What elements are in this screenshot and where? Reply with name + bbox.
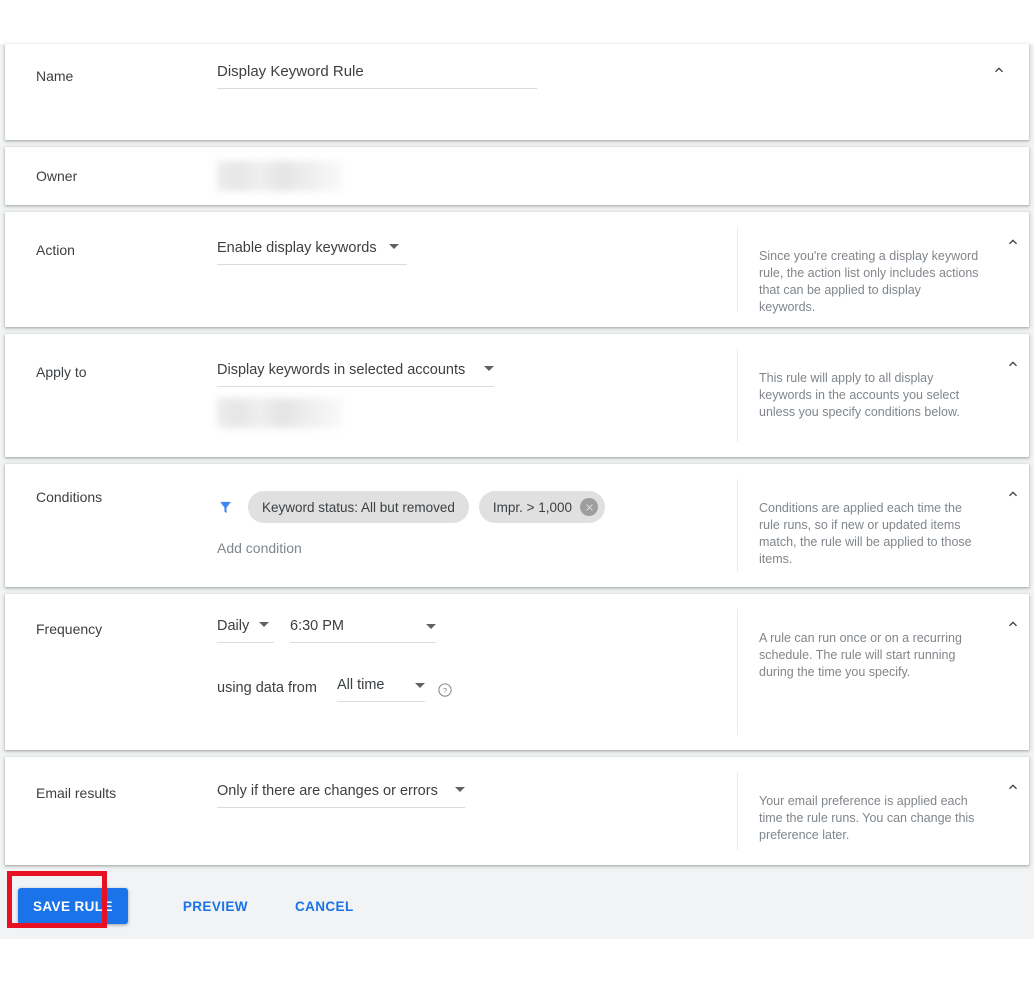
preview-button[interactable]: PREVIEW	[173, 888, 258, 924]
chevron-up-icon	[1009, 361, 1017, 367]
frequency-help-text: A rule can run once or on a recurring sc…	[759, 631, 962, 679]
caret-down-icon	[259, 622, 270, 627]
action-body: Enable display keywords	[217, 212, 737, 327]
apply-to-help-text: This rule will apply to all display keyw…	[759, 371, 960, 419]
condition-chip[interactable]: Impr. > 1,000	[478, 491, 606, 523]
save-rule-wrapper: SAVE RULE	[7, 871, 128, 928]
email-results-value: Only if there are changes or errors	[217, 783, 438, 799]
name-label: Name	[36, 68, 74, 84]
filter-icon	[217, 499, 234, 516]
conditions-help: Conditions are applied each time the rul…	[737, 479, 1029, 572]
frequency-data-range-row: using data from All time ?	[217, 675, 737, 702]
condition-chip-label: Impr. > 1,000	[492, 499, 573, 515]
condition-chip-label: Keyword status: All but removed	[262, 499, 455, 515]
owner-value-redacted	[217, 161, 343, 191]
chevron-up-icon	[1009, 784, 1017, 790]
frequency-data-range-value: All time	[336, 677, 385, 693]
conditions-chip-row: Keyword status: All but removed Impr. > …	[217, 491, 737, 523]
apply-to-account-redacted	[217, 398, 343, 428]
cancel-button[interactable]: CANCEL	[285, 888, 364, 924]
owner-card: Owner	[5, 147, 1029, 205]
owner-body	[217, 161, 1029, 191]
rule-editor-page: Name Display Keyword Rule Owner Action E…	[0, 44, 1034, 939]
owner-label: Owner	[36, 168, 78, 184]
condition-chip[interactable]: Keyword status: All but removed	[248, 491, 469, 523]
action-label: Action	[36, 242, 75, 258]
apply-to-select[interactable]: Display keywords in selected accounts	[217, 360, 494, 387]
frequency-data-range-select[interactable]: All time	[336, 675, 425, 702]
email-results-help-text: Your email preference is applied each ti…	[759, 794, 975, 842]
caret-down-icon	[484, 366, 494, 371]
email-results-card: Email results Only if there are changes …	[5, 757, 1029, 865]
conditions-help-text: Conditions are applied each time the rul…	[759, 501, 972, 566]
conditions-body: Keyword status: All but removed Impr. > …	[217, 464, 737, 587]
frequency-help: A rule can run once or on a recurring sc…	[737, 609, 1029, 735]
chevron-up-icon	[995, 67, 1003, 73]
caret-down-icon	[414, 682, 425, 688]
close-circle-icon[interactable]	[580, 498, 599, 516]
collapse-name-button[interactable]	[987, 58, 1011, 82]
action-value: Enable display keywords	[217, 240, 377, 256]
add-condition-button[interactable]: Add condition	[217, 540, 302, 556]
chevron-up-icon	[1009, 621, 1017, 627]
frequency-card: Frequency Daily 6:30 PM using data from …	[5, 594, 1029, 750]
frequency-time-value: 6:30 PM	[290, 618, 344, 634]
filter-funnel-icon	[220, 501, 231, 513]
collapse-conditions-button[interactable]	[1001, 482, 1025, 506]
top-spacer	[0, 0, 1034, 44]
action-bar: SAVE RULE PREVIEW CANCEL	[0, 871, 1034, 939]
email-results-label: Email results	[36, 785, 117, 801]
close-icon	[585, 503, 593, 511]
help-circle-icon[interactable]: ?	[437, 682, 453, 698]
frequency-interval-select[interactable]: Daily	[217, 616, 274, 643]
action-card: Action Enable display keywords Since you…	[5, 212, 1029, 327]
collapse-email-results-button[interactable]	[1001, 775, 1025, 799]
collapse-apply-to-button[interactable]	[1001, 352, 1025, 376]
apply-to-card: Apply to Display keywords in selected ac…	[5, 334, 1029, 457]
email-results-help: Your email preference is applied each ti…	[737, 772, 1029, 850]
collapse-frequency-button[interactable]	[1001, 612, 1025, 636]
caret-down-icon	[389, 244, 400, 249]
chevron-up-icon	[1009, 239, 1017, 245]
rule-name-input[interactable]: Display Keyword Rule	[217, 62, 537, 89]
apply-to-label: Apply to	[36, 364, 87, 380]
using-data-from-label: using data from	[217, 680, 317, 696]
bottom-spacer	[0, 939, 1034, 981]
frequency-schedule-row: Daily 6:30 PM	[217, 616, 737, 643]
caret-down-icon	[426, 623, 436, 629]
apply-to-value: Display keywords in selected accounts	[217, 362, 466, 378]
frequency-label: Frequency	[36, 621, 103, 637]
name-body: Display Keyword Rule	[217, 44, 1029, 140]
action-help-text: Since you're creating a display keyword …	[759, 249, 979, 314]
apply-to-body: Display keywords in selected accounts	[217, 334, 737, 457]
name-card: Name Display Keyword Rule	[5, 44, 1029, 140]
chevron-up-icon	[1009, 491, 1017, 497]
help-icon: ?	[438, 683, 452, 697]
conditions-card: Conditions Keyword status: All but remov…	[5, 464, 1029, 587]
rule-name-value: Display Keyword Rule	[217, 63, 364, 80]
frequency-time-select[interactable]: 6:30 PM	[290, 616, 436, 643]
action-select[interactable]: Enable display keywords	[217, 238, 407, 265]
collapse-action-button[interactable]	[1001, 230, 1025, 254]
apply-to-help: This rule will apply to all display keyw…	[737, 349, 1029, 442]
email-results-body: Only if there are changes or errors	[217, 757, 737, 865]
caret-down-icon	[455, 787, 465, 792]
save-rule-button[interactable]: SAVE RULE	[18, 888, 128, 924]
frequency-interval-value: Daily	[217, 618, 250, 634]
svg-text:?: ?	[443, 686, 447, 695]
frequency-body: Daily 6:30 PM using data from All time ?	[217, 594, 737, 750]
conditions-label: Conditions	[36, 489, 103, 505]
action-help: Since you're creating a display keyword …	[737, 227, 1029, 314]
email-results-select[interactable]: Only if there are changes or errors	[217, 781, 465, 808]
